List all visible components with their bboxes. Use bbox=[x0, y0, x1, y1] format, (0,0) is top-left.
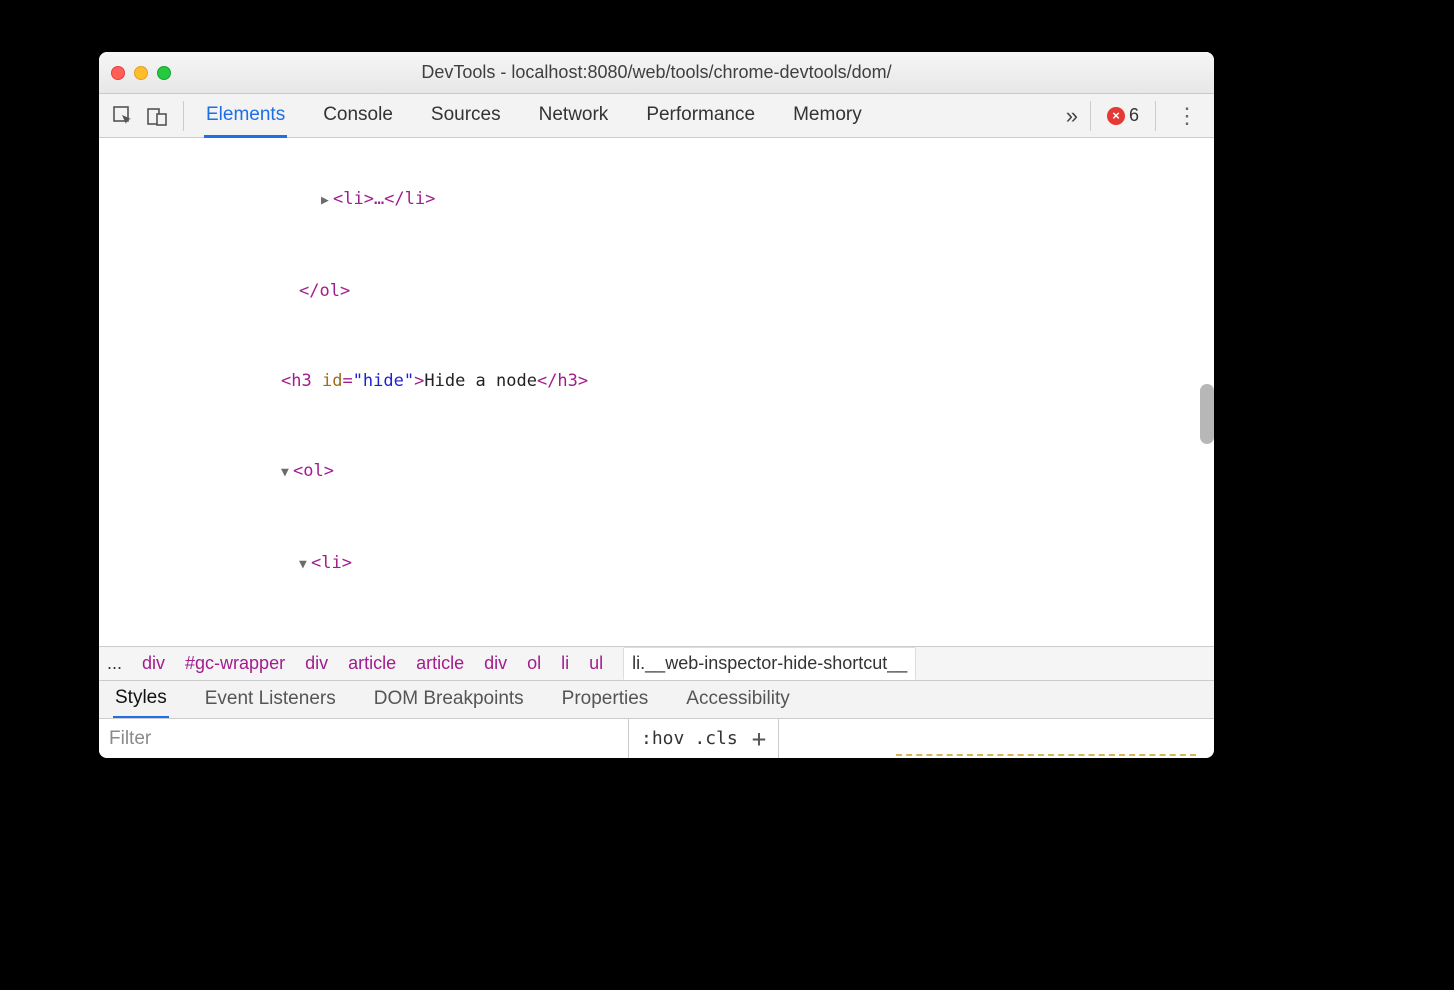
side-tab-styles[interactable]: Styles bbox=[113, 681, 169, 719]
inspect-element-icon[interactable] bbox=[109, 102, 137, 130]
error-badge[interactable]: × 6 bbox=[1107, 105, 1139, 126]
main-toolbar: Elements Console Sources Network Perform… bbox=[99, 94, 1214, 138]
dom-li-collapsed[interactable]: <li>…</li> bbox=[333, 189, 435, 209]
crumb-ol[interactable]: ol bbox=[527, 653, 541, 674]
tab-console[interactable]: Console bbox=[321, 94, 395, 138]
side-tab-dom-breakpoints[interactable]: DOM Breakpoints bbox=[372, 682, 526, 717]
new-style-rule-icon[interactable]: + bbox=[748, 725, 766, 753]
toolbar-separator-2 bbox=[1090, 101, 1091, 131]
error-count: 6 bbox=[1129, 105, 1139, 126]
error-icon: × bbox=[1107, 107, 1125, 125]
crumb-gc-wrapper[interactable]: #gc-wrapper bbox=[185, 653, 285, 674]
toolbar-separator-3 bbox=[1155, 101, 1156, 131]
side-tab-properties[interactable]: Properties bbox=[560, 682, 651, 717]
tab-memory[interactable]: Memory bbox=[791, 94, 864, 138]
crumb-ul[interactable]: ul bbox=[589, 653, 603, 674]
tab-elements[interactable]: Elements bbox=[204, 94, 287, 138]
titlebar: DevTools - localhost:8080/web/tools/chro… bbox=[99, 52, 1214, 94]
side-tab-accessibility[interactable]: Accessibility bbox=[684, 682, 791, 717]
styles-buttons: :hov .cls + bbox=[629, 719, 779, 758]
box-model-preview bbox=[896, 754, 1196, 758]
tab-sources[interactable]: Sources bbox=[429, 94, 503, 138]
scrollbar-thumb[interactable] bbox=[1200, 384, 1214, 444]
styles-filter-input[interactable] bbox=[99, 719, 629, 758]
dom-h3-hide[interactable]: <h3 id="hide">Hide a node</h3> bbox=[99, 366, 1214, 396]
crumb-article-2[interactable]: article bbox=[416, 653, 464, 674]
elements-panel[interactable]: ▶<li>…</li> </ol> <h3 id="hide">Hide a n… bbox=[99, 138, 1214, 646]
dom-tree[interactable]: ▶<li>…</li> </ol> <h3 id="hide">Hide a n… bbox=[99, 138, 1214, 646]
crumb-article[interactable]: article bbox=[348, 653, 396, 674]
devtools-window: DevTools - localhost:8080/web/tools/chro… bbox=[99, 52, 1214, 758]
tab-performance[interactable]: Performance bbox=[644, 94, 757, 138]
dom-li-open[interactable]: <li> bbox=[311, 553, 352, 573]
device-toolbar-icon[interactable] bbox=[143, 102, 171, 130]
hov-button[interactable]: :hov bbox=[641, 728, 684, 749]
crumb-ellipsis[interactable]: ... bbox=[107, 653, 122, 674]
crumb-li[interactable]: li bbox=[561, 653, 569, 674]
side-panel-tabs: Styles Event Listeners DOM Breakpoints P… bbox=[99, 680, 1214, 718]
crumb-div-2[interactable]: div bbox=[305, 653, 328, 674]
breadcrumb-bar: ... div #gc-wrapper div article article … bbox=[99, 646, 1214, 680]
settings-menu-icon[interactable]: ⋮ bbox=[1172, 103, 1202, 129]
tab-network[interactable]: Network bbox=[537, 94, 611, 138]
toolbar-right: » × 6 ⋮ bbox=[1066, 101, 1204, 131]
cls-button[interactable]: .cls bbox=[694, 728, 737, 749]
styles-toolbar: :hov .cls + bbox=[99, 718, 1214, 758]
dom-ol-close[interactable]: </ol> bbox=[299, 281, 350, 301]
window-title: DevTools - localhost:8080/web/tools/chro… bbox=[99, 62, 1214, 83]
toolbar-separator bbox=[183, 101, 184, 131]
panel-tabs: Elements Console Sources Network Perform… bbox=[196, 94, 1060, 138]
dom-p[interactable]: ▶<p>…</p> bbox=[99, 640, 1214, 646]
crumb-div-3[interactable]: div bbox=[484, 653, 507, 674]
side-tab-event-listeners[interactable]: Event Listeners bbox=[203, 682, 338, 717]
crumb-selected[interactable]: li.__web-inspector-hide-shortcut__ bbox=[623, 647, 916, 680]
dom-ol-open[interactable]: <ol> bbox=[293, 461, 334, 481]
more-tabs-icon[interactable]: » bbox=[1066, 103, 1074, 129]
crumb-div[interactable]: div bbox=[142, 653, 165, 674]
